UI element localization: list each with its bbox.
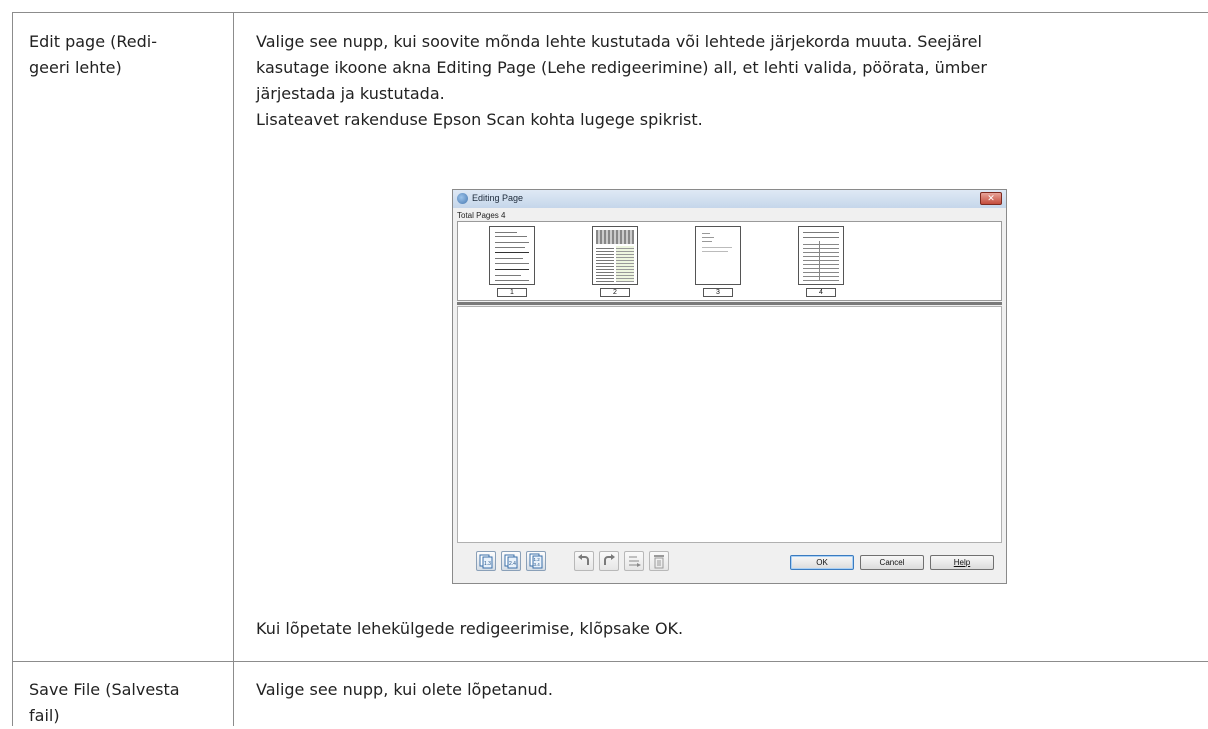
cancel-button[interactable]: Cancel [860,555,924,570]
page-thumbnail[interactable]: 3 [688,222,748,300]
app-icon [457,193,468,204]
term-line: Edit page (Redi- [29,32,157,51]
page-number: 2 [600,288,630,297]
table-left-border [12,12,13,726]
term-line: geeri lehte) [29,58,122,77]
page-preview-area [457,306,1002,543]
page-thumbnail-strip: 1 2 3 4 [457,221,1002,301]
column-divider [233,12,234,726]
rotate-left-icon[interactable] [574,551,594,571]
page-thumbnail[interactable]: 4 [791,222,851,300]
desc-line: kasutage ikoone akna Editing Page (Lehe … [256,58,987,77]
desc-line: Valige see nupp, kui olete lõpetanud. [256,680,553,699]
select-all-pages-icon[interactable]: 1.2 3.4 [526,551,546,571]
dialog-title: Editing Page [472,193,524,203]
page-thumbnail[interactable]: 1 [482,222,542,300]
svg-text:1.3: 1.3 [484,561,491,567]
select-odd-pages-icon[interactable]: 1.3 [476,551,496,571]
row-1-description: Valige see nupp, kui soovite mõnda lehte… [256,29,1201,133]
reorder-pages-icon[interactable] [624,551,644,571]
help-button[interactable]: Help [930,555,994,570]
page-number: 4 [806,288,836,297]
page-thumbnail[interactable]: 2 [585,222,645,300]
table-top-border [12,12,1208,13]
select-even-pages-icon[interactable]: 2.4 [501,551,521,571]
row-1-term: Edit page (Redi- geeri lehte) [29,29,229,81]
rotate-right-icon[interactable] [599,551,619,571]
page-preview [489,226,535,285]
pane-divider[interactable] [457,302,1002,305]
ok-button[interactable]: OK [790,555,854,570]
svg-text:3.4: 3.4 [534,562,541,567]
term-line: Save File (Salvesta [29,680,180,699]
svg-text:2.4: 2.4 [509,561,516,567]
desc-line: järjestada ja kustutada. [256,84,445,103]
row-1-after-text: Kui lõpetate lehekülgede redigeerimise, … [256,619,684,638]
page-preview [695,226,741,285]
desc-line: Valige see nupp, kui soovite mõnda lehte… [256,32,982,51]
desc-line: Lisateavet rakenduse Epson Scan kohta lu… [256,110,703,129]
row-2-description: Valige see nupp, kui olete lõpetanud. [256,677,1201,703]
term-line: fail) [29,706,60,725]
total-pages-label: Total Pages 4 [457,211,506,220]
page-preview [592,226,638,285]
page-preview [798,226,844,285]
page-number: 3 [703,288,733,297]
row-2-term: Save File (Salvesta fail) [29,677,229,729]
dialog-titlebar: Editing Page ✕ [453,190,1006,208]
delete-page-icon[interactable] [649,551,669,571]
close-icon[interactable]: ✕ [980,192,1002,205]
row-divider [12,661,1208,662]
page-number: 1 [497,288,527,297]
editing-page-dialog: Editing Page ✕ Total Pages 4 1 2 3 4 1.3… [452,189,1007,584]
